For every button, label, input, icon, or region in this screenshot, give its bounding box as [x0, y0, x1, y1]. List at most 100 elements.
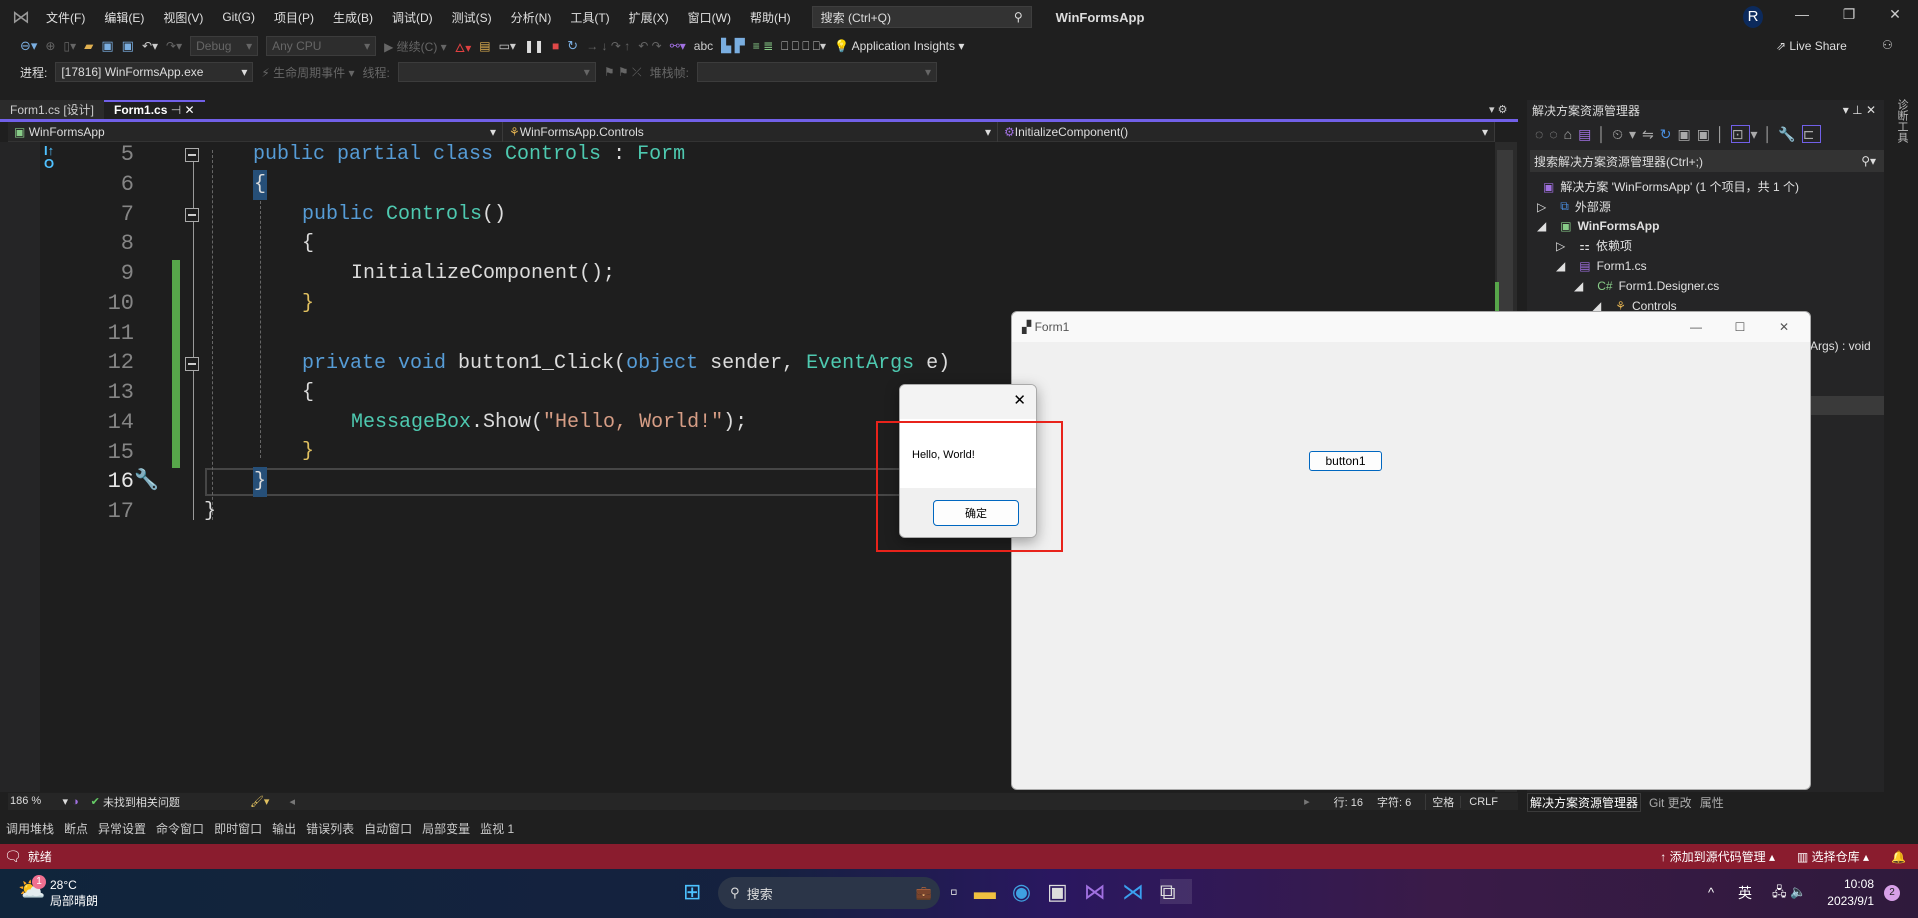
tab-form1-cs[interactable]: Form1.cs ⊣ ✕	[104, 100, 205, 120]
feedback-icon[interactable]: ⚇	[1882, 38, 1893, 52]
menu-tools[interactable]: 工具(T)	[570, 9, 609, 26]
collapse-icon[interactable]: ◢	[1556, 259, 1565, 273]
pin-icon[interactable]: ⊣	[171, 103, 181, 117]
avatar[interactable]: R	[1743, 6, 1763, 28]
clock[interactable]: 10:08 2023/9/1	[1826, 876, 1874, 910]
stop-icon[interactable]: ■	[552, 39, 559, 53]
collapse-icon[interactable]	[185, 357, 199, 371]
tree-dependencies[interactable]: ▷ ⚏ 依赖项	[1556, 236, 1632, 255]
menu-analyze[interactable]: 分析(N)	[511, 9, 552, 26]
restart-icon[interactable]: ↻	[567, 38, 578, 54]
menu-window[interactable]: 窗口(W)	[688, 9, 731, 26]
notification-count[interactable]: 2	[1884, 885, 1900, 901]
solution-search-input[interactable]: 搜索解决方案资源管理器(Ctrl+;) ⚲▾	[1530, 150, 1884, 172]
stack-frame-dropdown[interactable]: ▾	[696, 62, 937, 82]
menu-git[interactable]: Git(G)	[222, 10, 255, 24]
menu-extensions[interactable]: 扩展(X)	[629, 9, 669, 26]
config-dropdown[interactable]: Debug ▾	[190, 36, 259, 56]
edge-icon[interactable]: ◉	[1012, 879, 1047, 904]
menu-project[interactable]: 项目(P)	[274, 9, 314, 26]
file-explorer-icon[interactable]: ▬	[974, 879, 1012, 904]
search-input[interactable]: 搜索 (Ctrl+Q) ⚲	[811, 6, 1032, 28]
project-dropdown[interactable]: ▣ WinFormsApp ▾	[8, 122, 503, 142]
panel-controls-icon[interactable]: ▾ ⊥ ✕	[1843, 103, 1876, 117]
close-button[interactable]: ✕	[1880, 6, 1910, 23]
line-indicator[interactable]: 行: 16	[1334, 794, 1363, 810]
weather-widget[interactable]: 28°C 局部晴朗	[50, 877, 98, 909]
class-dropdown[interactable]: ⚘WinFormsApp.Controls ▾	[503, 122, 998, 142]
ime-indicator[interactable]: 英	[1738, 883, 1752, 903]
hot-reload-icon[interactable]: 🜂▾	[455, 34, 472, 59]
collapse-icon[interactable]	[185, 148, 199, 162]
menu-view[interactable]: 视图(V)	[163, 9, 203, 26]
tab-git-changes[interactable]: Git 更改	[1649, 794, 1692, 811]
tab-immediate-window[interactable]: 即时窗口	[214, 820, 262, 837]
collapse-icon[interactable]: ◢	[1537, 219, 1546, 233]
pause-icon[interactable]: ❚❚	[524, 39, 544, 53]
tree-form1-cs[interactable]: ◢ ▤ Form1.cs	[1556, 256, 1647, 275]
tree-form1-designer[interactable]: ◢ C# Form1.Designer.cs	[1574, 276, 1719, 295]
collapse-icon[interactable]	[185, 208, 199, 222]
platform-dropdown[interactable]: Any CPU ▾	[266, 36, 377, 56]
open-icon[interactable]: ▰	[84, 39, 93, 53]
comment-icons[interactable]: ↶ ↷	[638, 39, 661, 53]
tab-properties[interactable]: 属性	[1700, 794, 1724, 811]
find-in-files-icon[interactable]: ▤	[479, 39, 490, 53]
add-source-control-button[interactable]: ↑ 添加到源代码管理 ▴	[1660, 848, 1775, 865]
issues-status[interactable]: 未找到相关问题	[103, 794, 180, 810]
tree-external-sources[interactable]: ▷ ⧉ 外部源	[1537, 197, 1611, 216]
live-share-button[interactable]: ⇗ Live Share	[1776, 39, 1847, 53]
solution-explorer-toolbar[interactable]: ◌◌⌂▤│⏲▾⇋↻▣▣│⊡▾│🔧⊏	[1535, 125, 1822, 143]
visual-studio-icon[interactable]: ⋈	[1084, 879, 1122, 904]
thread-dropdown[interactable]: ▾	[397, 62, 596, 82]
expand-icon[interactable]: ▷	[1556, 239, 1565, 253]
tab-breakpoints[interactable]: 断点	[64, 820, 88, 837]
process-dropdown[interactable]: [17816] WinFormsApp.exe ▾	[55, 62, 254, 82]
menu-debug[interactable]: 调试(D)	[392, 9, 433, 26]
expand-icon[interactable]: ▷	[1537, 200, 1546, 214]
store-icon[interactable]: ▣	[1047, 879, 1084, 904]
char-indicator[interactable]: 字符: 6	[1377, 794, 1411, 810]
indentation-indicator[interactable]: 空格	[1425, 793, 1460, 810]
lifecycle-events[interactable]: ⚡ 生命周期事件 ▾	[261, 64, 354, 81]
button1[interactable]: button1	[1309, 451, 1382, 471]
quick-actions-screwdriver-icon[interactable]: 🔧	[134, 467, 159, 492]
tree-solution[interactable]: ▣ 解决方案 'WinFormsApp' (1 个项目，共 1 个)	[1543, 177, 1799, 196]
form-close-button[interactable]: ✕	[1762, 320, 1806, 334]
tab-overflow-icon[interactable]: ▾ ⚙	[1489, 103, 1507, 116]
indent-icons[interactable]: ≡ ≣	[753, 39, 773, 53]
tab-error-list[interactable]: 错误列表	[306, 820, 354, 837]
step-icons[interactable]: → ↓ ↷ ↑	[586, 39, 630, 53]
tree-partial-item[interactable]: Args) : void	[1810, 336, 1871, 355]
form-maximize-button[interactable]: ☐	[1718, 320, 1762, 334]
save-icon[interactable]: ▣	[101, 38, 113, 54]
tab-exception-settings[interactable]: 异常设置	[98, 820, 146, 837]
app-insights-button[interactable]: 💡 Application Insights ▾	[834, 39, 964, 53]
diagnostics-tools-tab[interactable]: 诊断工具	[1894, 99, 1908, 143]
tree-project[interactable]: ◢ ▣ WinFormsApp	[1537, 216, 1659, 235]
menu-file[interactable]: 文件(F)	[46, 9, 85, 26]
member-dropdown[interactable]: ⚙InitializeComponent() ▾	[998, 122, 1495, 142]
network-volume-icon[interactable]: 🖧 🔈	[1772, 883, 1806, 905]
menu-test[interactable]: 测试(S)	[452, 9, 492, 26]
tab-solution-explorer[interactable]: 解决方案资源管理器	[1527, 792, 1642, 812]
notifications-bell-icon[interactable]: 🔔	[1891, 850, 1906, 864]
new-project-icon[interactable]: ▯▾	[63, 39, 76, 53]
taskbar-search[interactable]: ⚲ 搜索 💼	[718, 877, 940, 909]
spell-check-icon[interactable]: abc	[694, 39, 713, 53]
tab-watch-1[interactable]: 监视 1	[480, 820, 514, 837]
flag-icons[interactable]: ⚑ ⚑ ⤫	[604, 65, 642, 80]
menu-build[interactable]: 生成(B)	[333, 9, 373, 26]
close-tab-icon[interactable]: ✕	[185, 103, 195, 117]
tab-autos[interactable]: 自动窗口	[364, 820, 412, 837]
continue-button[interactable]: ▶ 继续(C) ▾	[384, 38, 447, 55]
diagnostics-icon[interactable]: ⚯▾	[670, 39, 686, 53]
tray-chevron-icon[interactable]: ^	[1708, 885, 1714, 900]
menu-edit[interactable]: 编辑(E)	[104, 9, 144, 26]
menu-help[interactable]: 帮助(H)	[750, 9, 791, 26]
winforms-app-icon[interactable]: ⧉	[1159, 879, 1192, 904]
line-ending-indicator[interactable]: CRLF	[1460, 795, 1506, 808]
scroll-left-icon[interactable]: ◂	[289, 795, 295, 808]
form-minimize-button[interactable]: —	[1674, 320, 1718, 334]
layout-icon[interactable]: ▭▾	[499, 39, 516, 53]
